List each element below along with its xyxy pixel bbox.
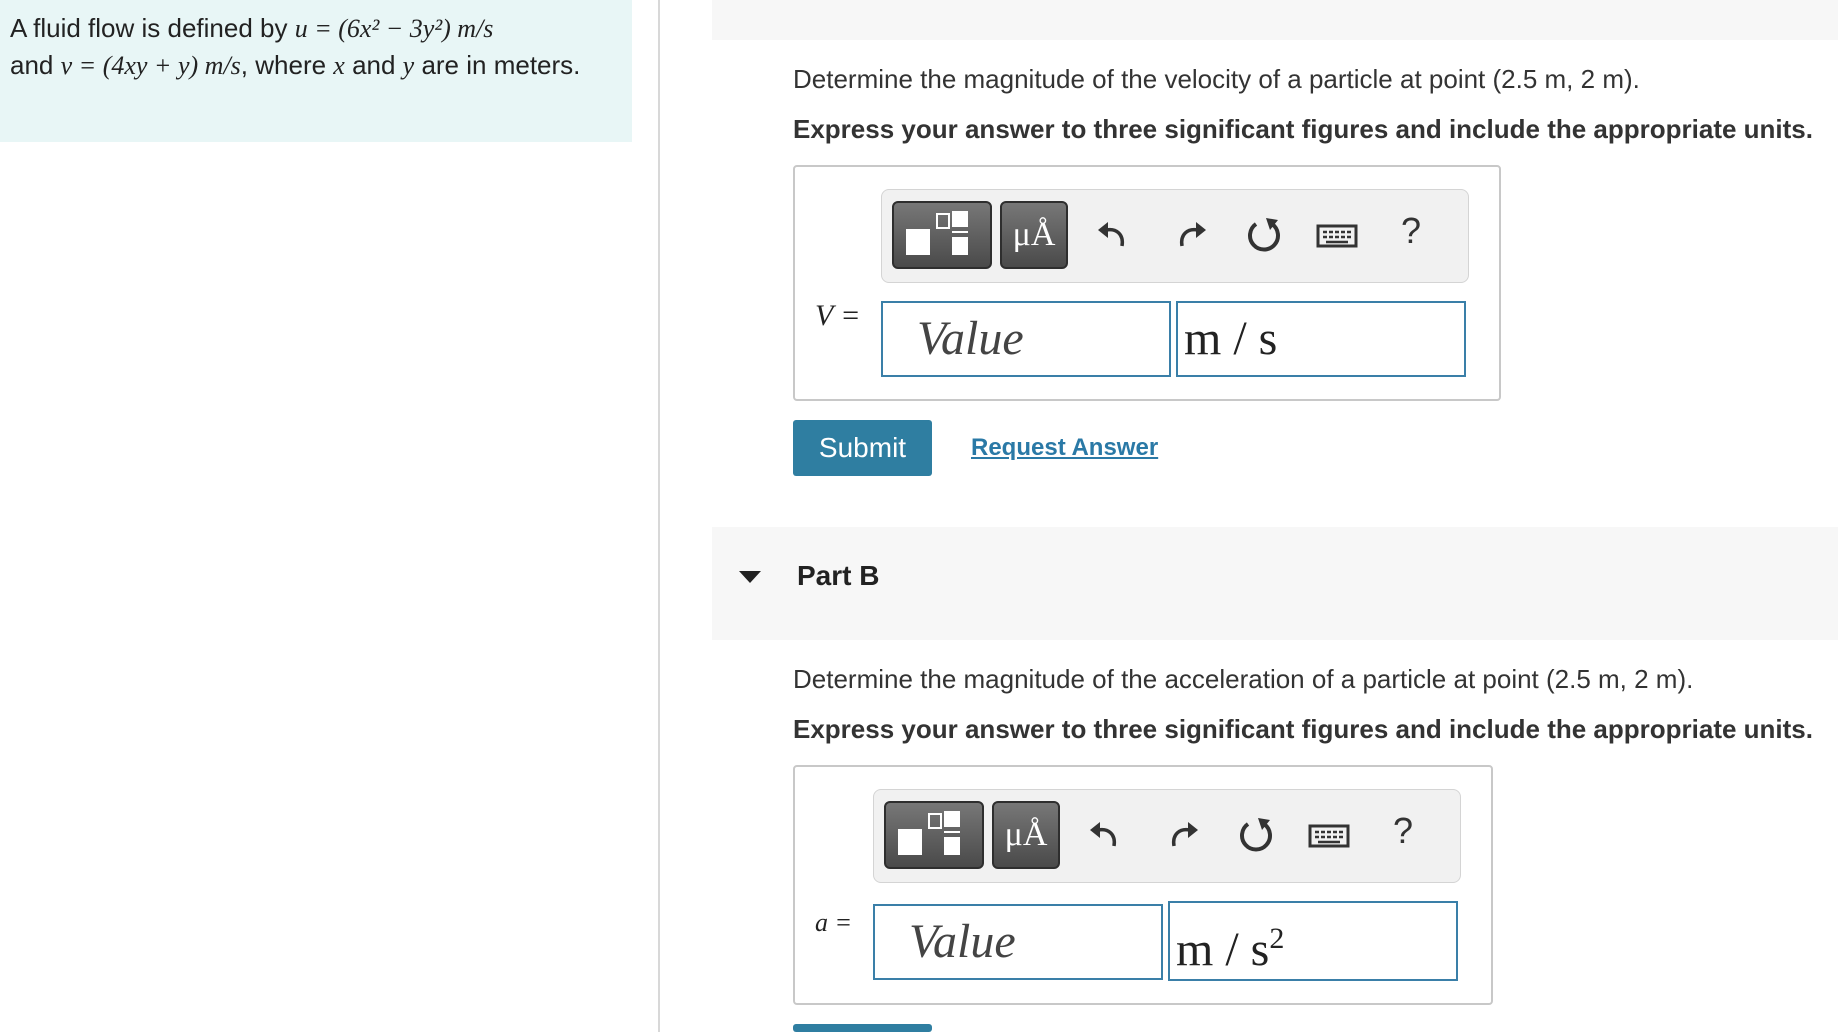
unit-exponent: 2 xyxy=(1269,922,1285,955)
panel-divider xyxy=(658,0,660,1032)
fraction-template-icon[interactable] xyxy=(884,801,984,869)
part-b-answer-box: μÅ ? a = Value m / s2 xyxy=(793,765,1493,1005)
help-icon[interactable]: ? xyxy=(1393,810,1413,852)
redo-icon[interactable] xyxy=(1170,214,1210,254)
velocity-value-input[interactable]: Value xyxy=(881,301,1171,377)
x-var: x xyxy=(333,51,345,80)
acceleration-unit-input[interactable]: m / s2 xyxy=(1168,901,1458,981)
y-var: y xyxy=(402,51,415,80)
keyboard-icon[interactable] xyxy=(1316,214,1358,254)
part-a-instruction: Express your answer to three significant… xyxy=(793,114,1813,144)
submit-button-partial[interactable] xyxy=(793,1024,932,1032)
velocity-unit-input[interactable]: m / s xyxy=(1176,301,1466,377)
part-a-question: Determine the magnitude of the velocity … xyxy=(793,64,1640,94)
reset-icon[interactable] xyxy=(1236,814,1276,854)
part-a-answer-box: μÅ ? V = Value m / s xyxy=(793,165,1501,401)
undo-icon[interactable] xyxy=(1094,214,1134,254)
part-b-instruction: Express your answer to three significant… xyxy=(793,714,1813,744)
unit-text: m / s xyxy=(1176,923,1270,976)
part-b-title: Part B xyxy=(797,560,880,591)
part-b-toolbar: μÅ ? xyxy=(873,789,1461,883)
problem-statement: A fluid flow is defined by u = (6x² − 3y… xyxy=(0,0,632,142)
problem-text: and xyxy=(344,50,403,80)
fraction-template-icon[interactable] xyxy=(892,201,992,269)
v-equation: v = (4xy + y) m/s xyxy=(60,51,241,80)
problem-text: A fluid flow is defined by xyxy=(10,13,295,43)
collapse-triangle-icon[interactable] xyxy=(738,569,762,585)
part-b-header[interactable]: Part B xyxy=(712,527,1838,640)
problem-text: and xyxy=(10,50,61,80)
problem-text: are in meters. xyxy=(414,50,581,80)
acceleration-value-input[interactable]: Value xyxy=(873,904,1163,980)
units-icon[interactable]: μÅ xyxy=(1000,201,1068,269)
reset-icon[interactable] xyxy=(1244,214,1284,254)
part-a-toolbar: μÅ ? xyxy=(881,189,1469,283)
acceleration-label: a = xyxy=(815,908,853,937)
redo-icon[interactable] xyxy=(1162,814,1202,854)
submit-button[interactable]: Submit xyxy=(793,420,932,476)
u-equation: u = (6x² − 3y²) m/s xyxy=(294,14,494,43)
keyboard-icon[interactable] xyxy=(1308,814,1350,854)
undo-icon[interactable] xyxy=(1086,814,1126,854)
units-icon[interactable]: μÅ xyxy=(992,801,1060,869)
velocity-label: V = xyxy=(815,299,861,332)
part-b-question: Determine the magnitude of the accelerat… xyxy=(793,664,1694,694)
part-a-header-band xyxy=(712,0,1838,40)
help-icon[interactable]: ? xyxy=(1401,210,1421,252)
request-answer-link[interactable]: Request Answer xyxy=(971,434,1158,462)
problem-text: , where xyxy=(240,50,334,80)
